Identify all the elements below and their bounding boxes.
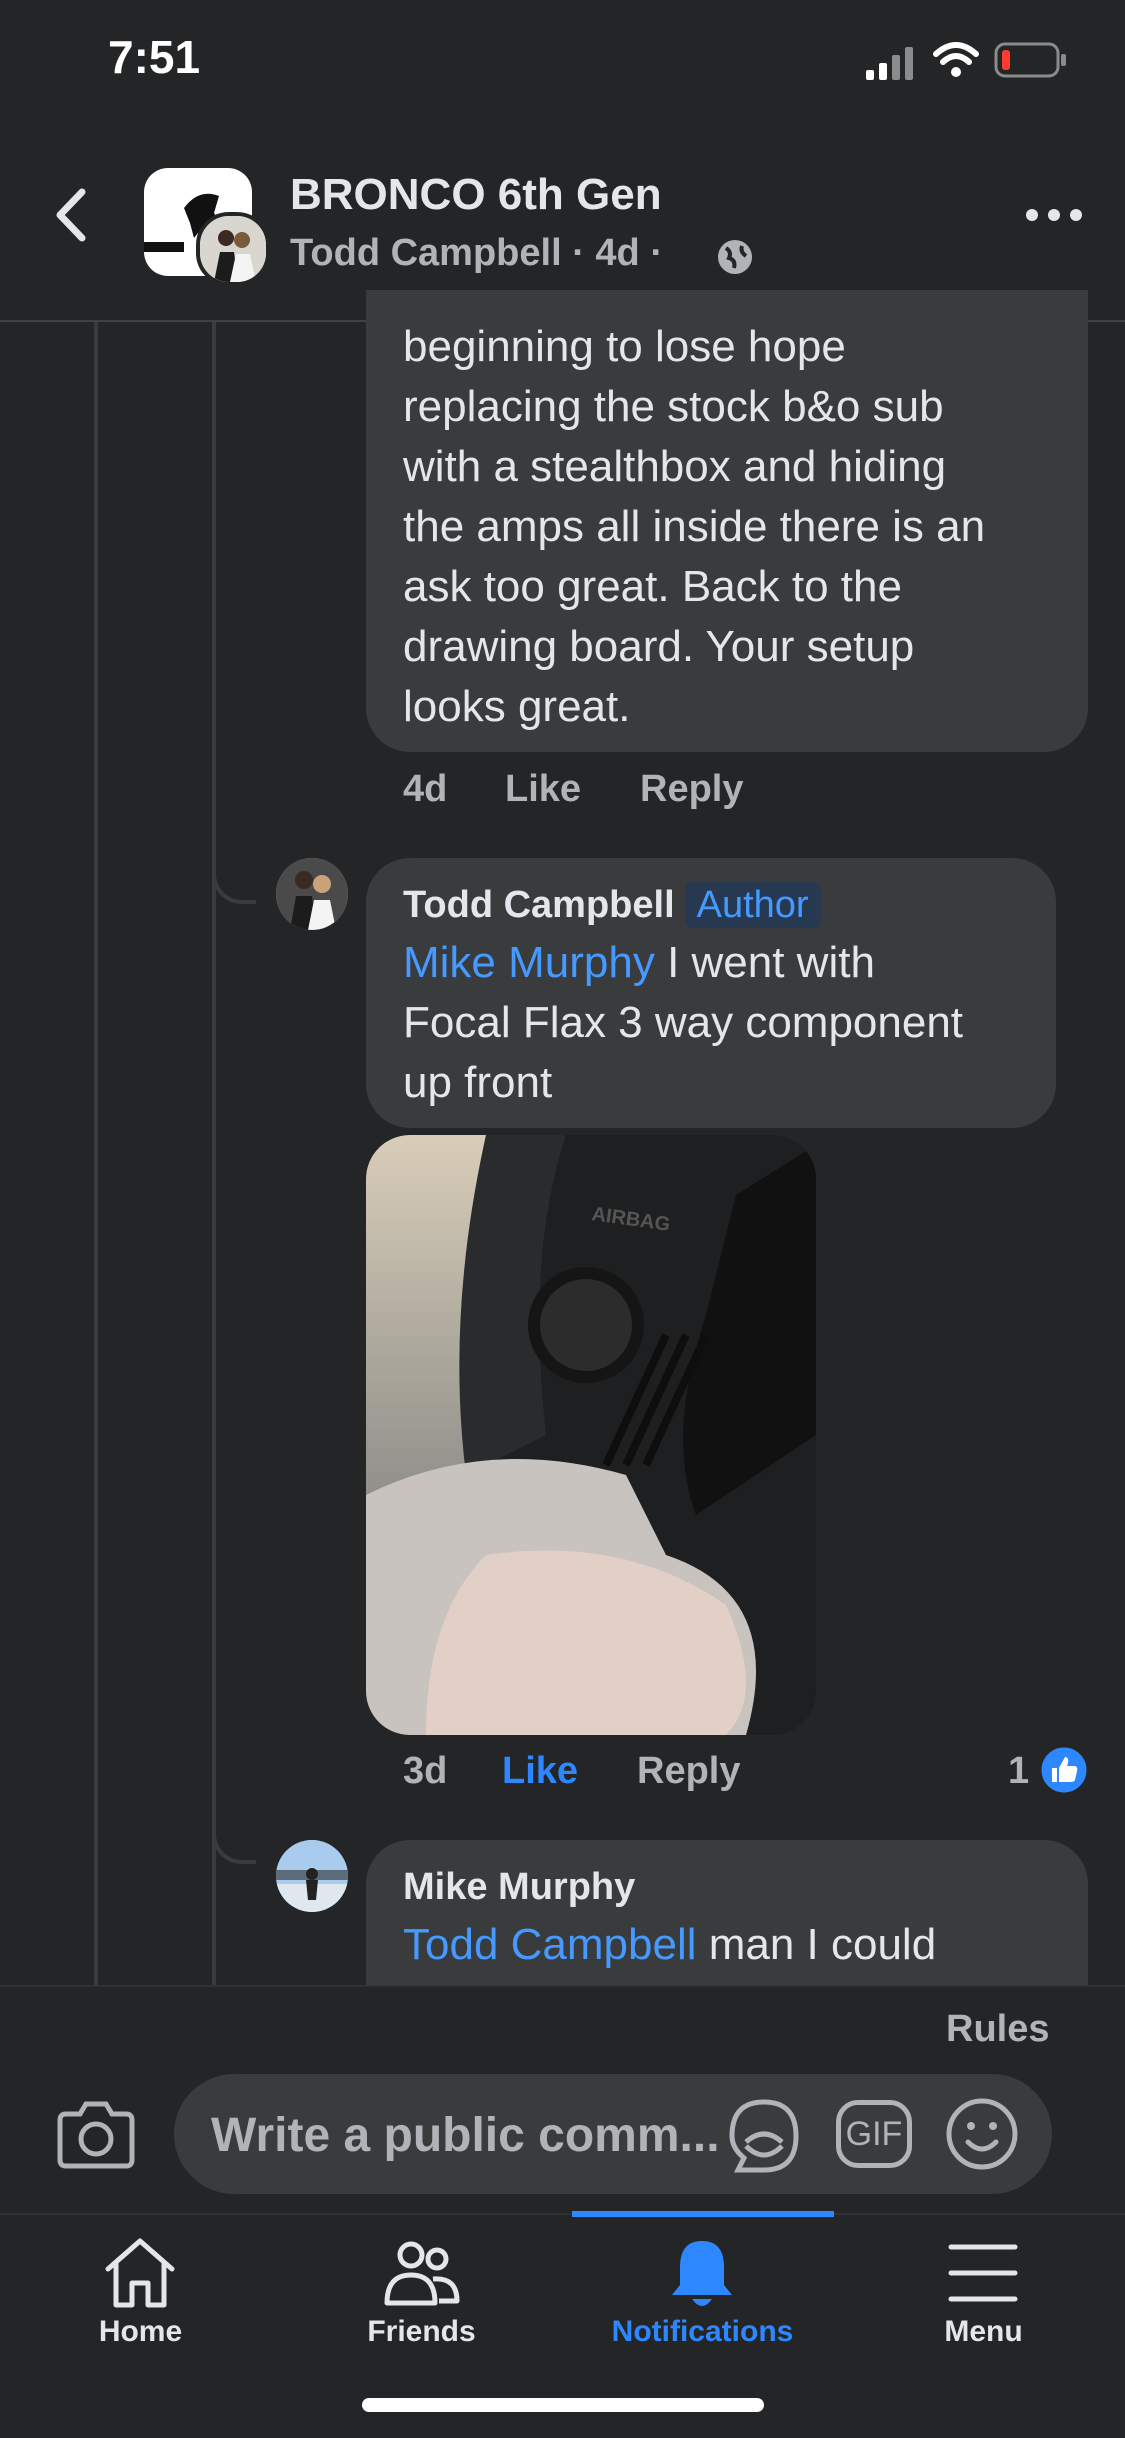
comment-time: 3d: [403, 1750, 448, 1792]
comment-line: looks great.: [403, 682, 631, 731]
emoji-button[interactable]: [944, 2096, 1020, 2172]
reaction-count[interactable]: 1: [1008, 1750, 1029, 1793]
author-name[interactable]: Todd Campbell: [403, 884, 675, 926]
comment-line: drawing board. Your setup: [403, 622, 915, 671]
signal-icon: [866, 44, 916, 80]
menu-icon: [948, 2244, 1018, 2302]
globe-icon: [716, 238, 754, 276]
home-icon: [105, 2238, 175, 2308]
tab-label: Notifications: [611, 2315, 794, 2348]
comment-line: Focal Flax 3 way component: [403, 998, 964, 1047]
comment-line: up front: [403, 1058, 553, 1107]
post-age: 4d: [595, 232, 640, 274]
mention-link[interactable]: Mike Murphy: [403, 938, 655, 987]
like-button[interactable]: Like: [505, 768, 581, 811]
battery-icon: [994, 42, 1068, 78]
thumbs-up-icon[interactable]: [1038, 1744, 1090, 1796]
gif-button[interactable]: GIF: [836, 2100, 912, 2168]
like-button[interactable]: Like: [502, 1750, 578, 1793]
camera-button[interactable]: [56, 2096, 136, 2172]
gif-label: GIF: [845, 2115, 903, 2153]
wifi-icon: [932, 40, 980, 80]
reply-button[interactable]: Reply: [640, 768, 743, 811]
poster-avatar[interactable]: [196, 212, 270, 286]
person-photo-icon: [200, 216, 266, 282]
comment-author: Todd Campbell Author: [403, 882, 821, 928]
comment-photo[interactable]: AIRBAG: [366, 1135, 816, 1735]
smiley-icon: [946, 2098, 1018, 2170]
meta-separator: ·: [650, 232, 663, 274]
home-indicator[interactable]: [362, 2398, 764, 2412]
tab-friends[interactable]: Friends: [281, 2215, 562, 2415]
avatar[interactable]: [276, 1840, 348, 1912]
avatar-sticker-button[interactable]: [724, 2096, 804, 2176]
tab-label: Menu: [944, 2315, 1023, 2348]
ellipsis-icon: [1026, 209, 1082, 221]
comment-text: beginning to lose hope replacing the sto…: [403, 317, 1083, 737]
more-options-button[interactable]: [1024, 200, 1084, 230]
comment-text: Todd Campbell man I could: [403, 1920, 937, 1969]
comment-time: 4d: [403, 768, 448, 810]
tab-home[interactable]: Home: [0, 2215, 281, 2415]
tab-notifications[interactable]: Notifications: [562, 2215, 843, 2415]
comment-author[interactable]: Mike Murphy: [403, 1866, 635, 1909]
camera-icon: [57, 2101, 135, 2169]
thread-line: [212, 322, 216, 1985]
thread-connector: [212, 1800, 256, 1864]
tab-menu[interactable]: Menu: [843, 2215, 1124, 2415]
tab-label: Home: [98, 2315, 183, 2348]
bell-icon: [672, 2241, 732, 2306]
thread-line: [94, 322, 98, 1985]
friends-icon: [384, 2241, 460, 2306]
chevron-left-icon: [56, 188, 86, 242]
comment-text: Mike Murphy I went with Focal Flax 3 way…: [403, 933, 1043, 1113]
comment-line: ask too great. Back to the: [403, 562, 902, 611]
comment-line: replacing the stock b&o sub: [403, 382, 944, 431]
comment-line: the amps all inside there is an: [403, 502, 986, 551]
rules-link[interactable]: Rules: [946, 2008, 1049, 2051]
thread-connector: [212, 840, 256, 904]
tab-label: Friends: [367, 2315, 476, 2348]
reply-button[interactable]: Reply: [637, 1750, 740, 1793]
group-name[interactable]: BRONCO 6th Gen: [290, 170, 662, 220]
status-time: 7:51: [108, 31, 201, 83]
meta-separator: ·: [572, 232, 585, 274]
comment-line: Mike Murphy I went with: [403, 938, 875, 987]
mention-link[interactable]: Todd Campbell: [403, 1920, 697, 1969]
car-interior-photo: AIRBAG: [366, 1135, 816, 1735]
avatar[interactable]: [276, 858, 348, 930]
person-photo-icon: [276, 858, 348, 930]
comment-line: beginning to lose hope: [403, 322, 846, 371]
poster-name[interactable]: Todd Campbell: [290, 232, 562, 274]
person-photo-icon: [276, 1840, 348, 1912]
author-badge: Author: [684, 882, 821, 928]
comment-line: with a stealthbox and hiding: [403, 442, 947, 491]
comment-input-placeholder[interactable]: Write a public comm...: [211, 2108, 720, 2163]
post-meta: Todd Campbell · 4d ·: [290, 232, 663, 275]
back-button[interactable]: [40, 180, 100, 250]
avatar-sticker-icon: [729, 2099, 799, 2173]
